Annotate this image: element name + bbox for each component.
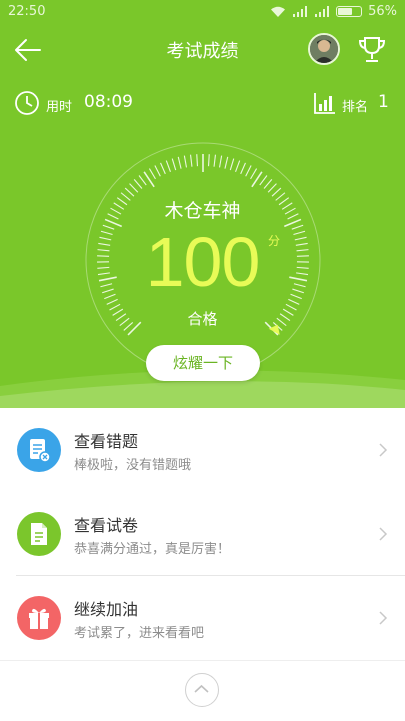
chevron-right-icon <box>377 442 389 458</box>
gauge-tick <box>184 156 186 168</box>
rank-value: 1 <box>378 92 389 112</box>
gauge-tick <box>166 161 170 172</box>
gauge-tick <box>161 163 166 174</box>
user-title: 木仓车神 <box>0 196 405 223</box>
wrong-answers-icon <box>17 428 61 472</box>
signal-icon-2 <box>314 6 330 18</box>
result-status: 合格 <box>0 308 405 329</box>
stats-row: 用时 08:09 排名 1 <box>0 84 405 124</box>
gauge-tick <box>172 159 175 170</box>
gauge-tick <box>246 166 251 177</box>
status-bar: 22:50 56% <box>0 0 405 24</box>
battery-percent: 56% <box>368 4 397 19</box>
gauge-tick <box>197 154 198 166</box>
list-item-title: 查看试卷 <box>74 512 138 536</box>
trophy-icon[interactable] <box>356 34 388 66</box>
gauge-tick <box>272 188 281 196</box>
gauge-tick <box>251 169 257 179</box>
gauge-tick <box>264 179 272 188</box>
battery-icon <box>336 6 362 17</box>
gauge-tick <box>155 166 160 177</box>
gauge-tick <box>149 169 155 179</box>
gauge-tick <box>178 157 181 169</box>
gauge-tick <box>220 156 222 168</box>
list-item-subtitle: 恭喜满分通过，真是厉害！ <box>74 538 230 557</box>
gauge-tick <box>134 179 142 188</box>
chevron-right-icon <box>377 610 389 626</box>
clock-icon <box>14 90 40 116</box>
gauge-tick <box>214 155 215 167</box>
gift-icon <box>17 596 61 640</box>
rank-label: 排名 <box>342 96 368 115</box>
gauge-tick <box>230 159 233 170</box>
status-time: 22:50 <box>8 4 45 19</box>
toolbar: 考试成绩 <box>0 24 405 76</box>
status-indicators: 56% <box>270 4 397 19</box>
time-value: 08:09 <box>84 92 133 112</box>
score-unit: 分 <box>268 232 280 249</box>
gauge-tick <box>139 175 146 185</box>
list-item-subtitle: 考试累了，进来看看吧 <box>74 622 204 641</box>
list-item-subtitle: 棒极啦，没有错题哦 <box>74 454 191 473</box>
chevron-up-icon <box>186 674 217 705</box>
avatar[interactable] <box>308 33 340 65</box>
score-value: 100 <box>0 222 405 302</box>
gauge-tick <box>236 161 240 172</box>
list-item-title: 继续加油 <box>74 596 138 620</box>
chevron-right-icon <box>377 526 389 542</box>
scroll-up-button[interactable] <box>185 673 219 707</box>
gauge-tick <box>130 184 138 193</box>
page-title: 考试成绩 <box>0 37 405 63</box>
wifi-icon <box>270 6 286 18</box>
bottom-bar <box>0 660 405 721</box>
list-item-wrong-answers[interactable]: 查看错题 棒极啦，没有错题哦 <box>0 408 405 492</box>
share-button[interactable]: 炫耀一下 <box>146 345 260 381</box>
result-header: 22:50 56% 考试成绩 用时 08:09 排名 1 木仓车神 100 分 … <box>0 0 405 408</box>
gauge-tick <box>191 155 192 167</box>
paper-icon <box>17 512 61 556</box>
gauge-tick <box>125 188 134 196</box>
list-item-title: 查看错题 <box>74 428 138 452</box>
gauge-tick <box>225 157 228 169</box>
gauge-tick <box>260 175 267 185</box>
list-item-view-paper[interactable]: 查看试卷 恭喜满分通过，真是厉害！ <box>0 492 405 576</box>
list-item-keep-going[interactable]: 继续加油 考试累了，进来看看吧 <box>0 576 405 660</box>
gauge-tick <box>241 163 246 174</box>
bar-chart-icon <box>314 92 336 114</box>
time-label: 用时 <box>46 96 72 115</box>
gauge-tick <box>209 154 210 166</box>
gauge-tick <box>268 184 276 193</box>
signal-icon <box>292 6 308 18</box>
